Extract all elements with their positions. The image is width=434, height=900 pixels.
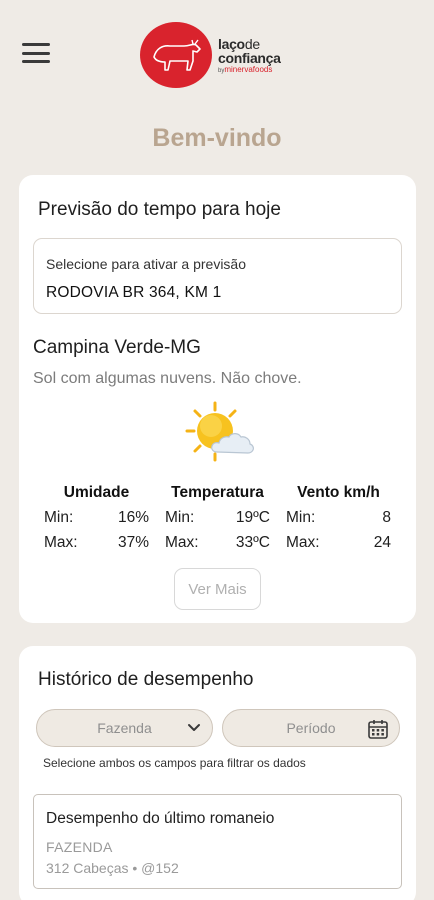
chevron-down-icon (186, 720, 202, 739)
see-more-button[interactable]: Ver Mais (174, 568, 261, 610)
logo-text-minerva: minervafoods (224, 64, 273, 74)
stat-header: Umidade (63, 484, 130, 501)
history-card-title: Histórico de desempenho (38, 669, 254, 690)
period-picker[interactable]: Período (222, 709, 400, 747)
farm-select-placeholder: Fazenda (97, 720, 152, 736)
stat-temperature: Temperatura Min: 19ºC Max: 33ºC (165, 484, 270, 552)
stat-header: Temperatura (171, 484, 264, 501)
stat-max-label: Max: (286, 534, 320, 551)
stat-max-value: 33ºC (235, 534, 270, 551)
history-card: Histórico de desempenho Fazenda Período … (19, 646, 416, 900)
period-picker-placeholder: Período (286, 720, 336, 736)
app-header: laçode confiança byminervafoods (0, 0, 434, 110)
filter-hint: Selecione ambos os campos para filtrar o… (43, 756, 306, 770)
last-romaneio-card[interactable]: Desempenho do último romaneio FAZENDA 31… (33, 794, 402, 889)
app-logo: laçode confiança byminervafoods (140, 22, 281, 88)
logo-wordmark: laçode confiança byminervafoods (218, 37, 281, 74)
location-label: Selecione para ativar a previsão (46, 256, 247, 272)
last-romaneio-title: Desempenho do último romaneio (46, 810, 275, 827)
location-selector[interactable]: Selecione para ativar a previsão RODOVIA… (33, 238, 402, 314)
welcome-title: Bem-vindo (152, 124, 282, 152)
logo-text-confianca: confiança (218, 49, 281, 66)
last-romaneio-info: 312 Cabeças • @152 (46, 860, 179, 876)
weather-card: Previsão do tempo para hoje Selecione pa… (19, 175, 416, 623)
bull-logo-icon (140, 22, 212, 88)
stat-wind: Vento km/h Min: 8 Max: 24 (286, 484, 391, 552)
weather-condition: Sol com algumas nuvens. Não chove. (33, 370, 302, 387)
last-romaneio-farm: FAZENDA (46, 839, 113, 855)
stat-max-label: Max: (165, 534, 199, 551)
stat-min-value: 19ºC (235, 509, 270, 526)
farm-select[interactable]: Fazenda (36, 709, 213, 747)
location-value: RODOVIA BR 364, KM 1 (46, 284, 222, 301)
stat-max-label: Max: (44, 534, 78, 551)
weather-card-title: Previsão do tempo para hoje (38, 199, 281, 220)
stat-header: Vento km/h (297, 484, 380, 501)
calendar-icon (367, 718, 389, 743)
stat-min-label: Min: (286, 509, 316, 526)
hamburger-menu-icon[interactable] (22, 40, 50, 66)
stat-min-label: Min: (165, 509, 195, 526)
stat-humidity: Umidade Min: 16% Max: 37% (44, 484, 149, 552)
stat-min-label: Min: (44, 509, 74, 526)
stat-min-value: 8 (382, 509, 391, 526)
stat-max-value: 37% (117, 534, 149, 551)
sun-cloud-icon (183, 400, 255, 462)
stat-max-value: 24 (373, 534, 391, 551)
city-name: Campina Verde-MG (33, 337, 201, 358)
stat-min-value: 16% (117, 509, 149, 526)
